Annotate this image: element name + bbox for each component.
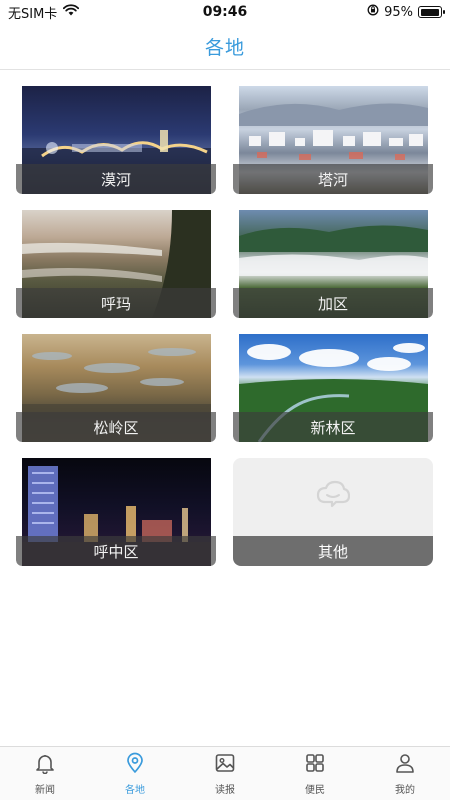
battery-percent: 95% — [384, 4, 413, 20]
person-icon — [394, 752, 416, 778]
image-placeholder-icon — [316, 480, 351, 512]
region-label: 漠河 — [16, 164, 216, 194]
grid-icon — [304, 752, 326, 778]
region-card-other[interactable]: 其他 — [233, 458, 433, 566]
region-label: 新林区 — [233, 412, 433, 442]
tab-regions[interactable]: 各地 — [90, 747, 180, 800]
region-card-xinlin[interactable]: 新林区 — [233, 334, 433, 442]
region-label: 呼中区 — [16, 536, 216, 566]
bell-icon — [34, 752, 56, 778]
tab-read-paper[interactable]: 读报 — [180, 747, 270, 800]
tab-label: 读报 — [215, 784, 235, 796]
wifi-icon — [63, 4, 80, 20]
region-card-huzhong[interactable]: 呼中区 — [16, 458, 216, 566]
tab-label: 便民 — [305, 784, 325, 796]
tab-bar: 新闻 各地 读报 便民 我的 — [0, 746, 450, 800]
status-left: 无SIM卡 — [8, 3, 80, 22]
tab-label: 我的 — [395, 784, 415, 796]
region-card-jiaqu[interactable]: 加区 — [233, 210, 433, 318]
carrier-text: 无SIM卡 — [8, 6, 58, 22]
region-card-huma[interactable]: 呼玛 — [16, 210, 216, 318]
battery-icon — [418, 6, 445, 18]
region-card-tahe[interactable]: 塔河 — [233, 86, 433, 194]
status-bar: 无SIM卡 09:46 95% — [0, 0, 450, 24]
image-icon — [214, 752, 236, 778]
tab-mine[interactable]: 我的 — [360, 747, 450, 800]
location-pin-icon — [124, 752, 146, 778]
status-right: 95% — [367, 4, 445, 20]
page-title: 各地 — [204, 37, 245, 59]
region-label: 塔河 — [233, 164, 433, 194]
region-card-songling[interactable]: 松岭区 — [16, 334, 216, 442]
region-label: 呼玛 — [16, 288, 216, 318]
region-label: 加区 — [233, 288, 433, 318]
nav-bar: 各地 — [0, 24, 450, 70]
region-card-mohe[interactable]: 漠河 — [16, 86, 216, 194]
tab-label: 各地 — [125, 784, 145, 796]
region-label: 松岭区 — [16, 412, 216, 442]
region-label: 其他 — [233, 536, 433, 566]
tab-news[interactable]: 新闻 — [0, 747, 90, 800]
tab-services[interactable]: 便民 — [270, 747, 360, 800]
tab-label: 新闻 — [35, 784, 55, 796]
orientation-lock-icon — [367, 4, 379, 20]
battery-fill — [420, 8, 439, 16]
region-grid: 漠河 塔河 呼玛 加区 松岭区 新林区 呼中区 其他 — [16, 86, 434, 566]
